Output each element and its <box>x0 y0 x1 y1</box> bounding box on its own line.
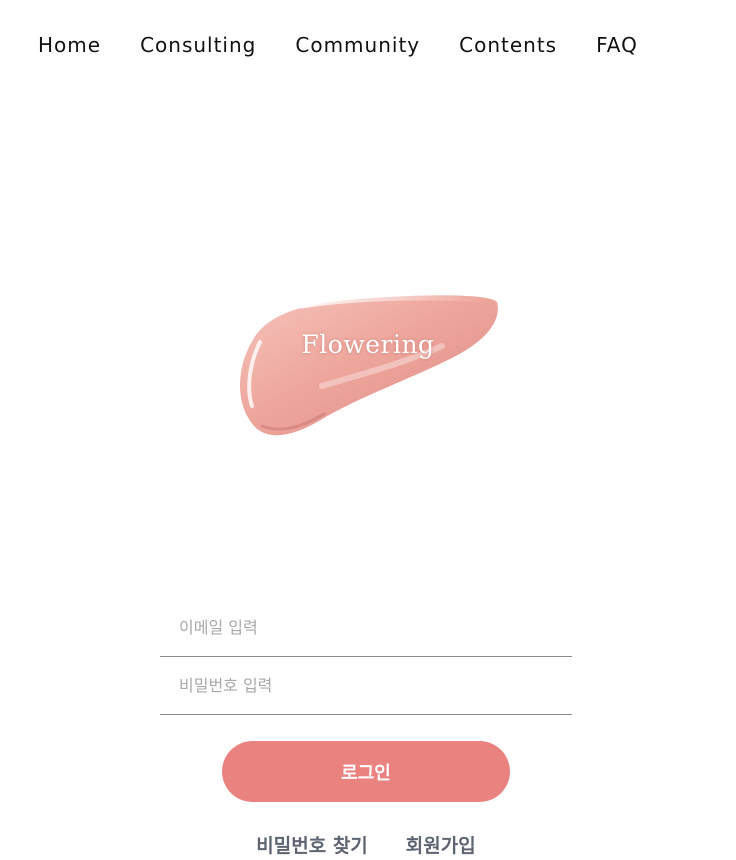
email-input[interactable] <box>160 598 572 656</box>
find-password-link[interactable]: 비밀번호 찾기 <box>256 832 368 860</box>
brand-name: Flowering <box>301 330 435 359</box>
login-button[interactable]: 로그인 <box>222 741 510 802</box>
lip-gloss-swatch-icon <box>240 295 498 436</box>
password-field <box>160 656 572 715</box>
account-links: 비밀번호 찾기 회원가입 <box>0 832 736 860</box>
nav-faq[interactable]: FAQ <box>596 30 638 60</box>
nav-consulting[interactable]: Consulting <box>140 30 256 60</box>
nav-home[interactable]: Home <box>38 30 101 60</box>
email-field <box>160 598 572 657</box>
nav-contents[interactable]: Contents <box>459 30 557 60</box>
password-input[interactable] <box>160 656 572 714</box>
signup-link[interactable]: 회원가입 <box>406 832 476 860</box>
brand-logo: Flowering <box>232 288 504 440</box>
top-navigation: Home Consulting Community Contents FAQ <box>38 30 638 60</box>
nav-community[interactable]: Community <box>295 30 420 60</box>
login-page: Home Consulting Community Contents FAQ F… <box>0 0 736 860</box>
